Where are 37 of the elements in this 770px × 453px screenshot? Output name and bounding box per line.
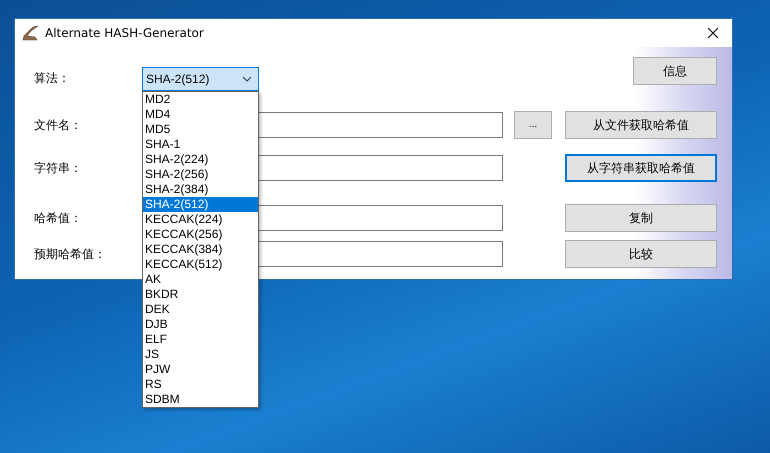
close-icon[interactable] [707,27,719,39]
dropdown-option[interactable]: AK [143,272,258,287]
dropdown-option[interactable]: RS [143,377,258,392]
dropdown-option[interactable]: SHA-2(256) [143,167,258,182]
dropdown-option[interactable]: BKDR [143,287,258,302]
get-string-hash-button[interactable]: 从字符串获取哈希值 [565,154,717,182]
dropdown-option[interactable]: SHA-2(384) [143,182,258,197]
dropdown-option[interactable]: MD5 [143,122,258,137]
expected-hash-label: 预期哈希值： [34,246,107,262]
algorithm-label: 算法： [34,70,71,87]
filename-label: 文件名： [34,116,83,134]
dropdown-option[interactable]: DJB [143,317,258,332]
copy-button[interactable]: 复制 [565,204,717,232]
dropdown-option[interactable]: SHA-1 [143,137,258,152]
chevron-icon [242,76,252,82]
get-file-hash-button[interactable]: 从文件获取哈希值 [565,111,717,139]
browse-button[interactable]: ... [514,111,552,139]
window-title: Alternate HASH-Generator [45,26,205,40]
dropdown-option[interactable]: SHA-2(512) [143,197,258,212]
dropdown-option[interactable]: JS [143,347,258,362]
dropdown-option[interactable]: KECCAK(512) [143,257,258,272]
dropdown-option[interactable]: KECCAK(224) [143,212,258,227]
dropdown-option[interactable]: DEK [143,302,258,317]
dropdown-option[interactable]: ELF [143,332,258,347]
string-label: 字符串： [34,160,83,176]
dropdown-option[interactable]: MD2 [143,92,258,107]
algorithm-dropdown[interactable]: SHA-2(512) [142,67,259,91]
hash-label: 哈希值： [34,210,83,226]
dropdown-option[interactable]: SDBM [143,392,258,407]
info-button[interactable]: 信息 [633,57,717,85]
dropdown-option[interactable]: KECCAK(256) [143,227,258,242]
compare-button[interactable]: 比较 [565,240,717,268]
dropdown-option[interactable]: PJW [143,362,258,377]
dropdown-option[interactable]: KECCAK(384) [143,242,258,257]
dropdown-option[interactable]: SHA-2(224) [143,152,258,167]
app-icon [21,25,39,41]
dropdown-option[interactable]: MD4 [143,107,258,122]
